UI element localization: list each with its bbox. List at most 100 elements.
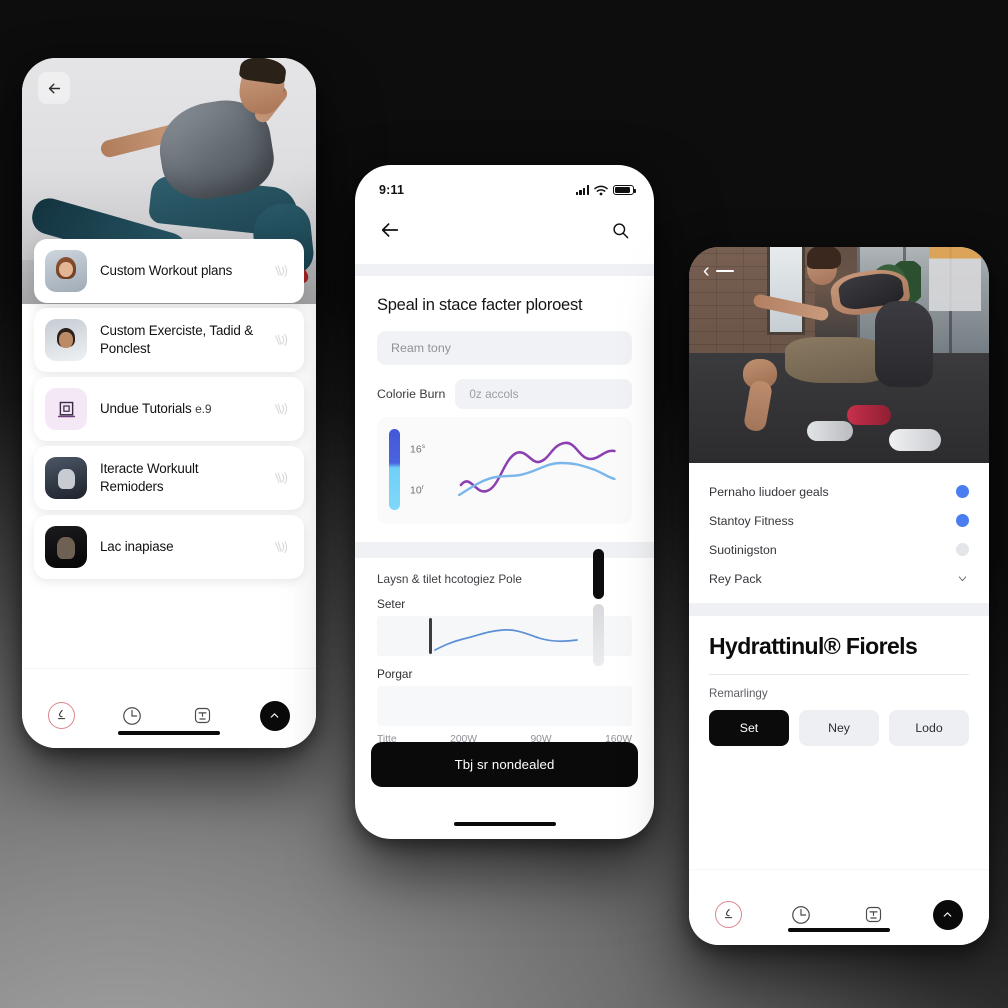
phone-1: 9:11 Custom Workout plans [22,58,316,748]
search-button[interactable] [611,221,630,245]
frame-icon [45,388,87,430]
metric-value-pill[interactable]: 0z accols [455,379,632,410]
toggle-row[interactable]: Pernaho liudoer geals [709,477,969,506]
broadcast-icon[interactable] [268,330,290,350]
home-indicator [453,821,556,826]
back-button[interactable]: ‹ [703,261,734,281]
avatar [45,457,87,499]
chevron-up-icon [944,912,952,917]
broadcast-icon[interactable] [268,261,290,281]
list-item[interactable]: Iteracte Workuult Remioders [34,446,304,510]
wifi-icon [594,185,608,195]
phone2-toolbar [355,207,654,264]
list-item-label: Lac inapiase [100,539,174,555]
face-icon [195,707,211,724]
series-seter [434,629,578,652]
clock-icon [792,905,811,924]
subtext: Remarlingy [709,687,768,701]
primary-cta-button[interactable]: Tbj sr nondealed [371,742,638,787]
phone3-bottom-nav [689,869,989,945]
nav-profile-button[interactable] [189,702,216,729]
list-item-suffix: e.9 [195,402,212,417]
picture-frame-icon [57,401,75,417]
list-item-label: Iteracte Workuult Remioders [100,461,199,494]
lodo-button[interactable]: Lodo [889,710,969,747]
avatar [45,250,87,292]
set-button[interactable]: Set [709,710,789,747]
sparkline-svg [457,442,616,497]
activity-icon [724,908,733,919]
phone3-action-buttons: Set Ney Lodo [689,700,989,747]
range-handle-bottom[interactable] [593,604,604,667]
list-item-label: Undue Tutorials e.9 [100,400,255,418]
broadcast-icon[interactable] [268,468,290,488]
toggle-indicator-on[interactable] [956,485,969,498]
nav-clock-button[interactable] [119,702,146,729]
toggle-indicator-off[interactable] [956,543,969,556]
toggle-label: Rey Pack [709,571,762,586]
avatar [45,319,87,361]
phone3-toggle-panel: Pernaho liudoer geals Stantoy Fitness Su… [689,463,989,603]
list-item[interactable]: Lac inapiase [34,515,304,579]
chevron-left-icon: ‹ [703,260,710,282]
nav-clock-button[interactable] [788,901,815,928]
phone3-heading-block: Hydrattinul® Fiorels [689,616,989,676]
nav-activity-button[interactable] [715,901,742,928]
home-indicator [118,730,220,735]
nav-expand-button[interactable] [259,700,290,731]
toggle-row[interactable]: Rey Pack [709,564,969,593]
phone-2: 9:11 Speal in stace facter ploroest Ream… [355,165,654,839]
page-title: Hydrattinul® Fiorels [709,633,918,659]
toggle-indicator-on[interactable] [956,514,969,527]
phone-3: 8:11 ‹ Pernaho liudoer geals S [689,247,989,945]
calorie-burn-chart-card: 16s 10r [377,417,632,525]
cellular-bars-icon [575,185,589,195]
nav-expand-button[interactable] [932,899,963,930]
divider [355,542,654,559]
metric-label: Colorie Burn [377,387,446,402]
list-item[interactable]: Custom Workout plans [34,239,304,303]
broadcast-icon[interactable] [268,399,290,419]
list-item[interactable]: Undue Tutorials e.9 [34,377,304,441]
avatar [45,526,87,568]
phone2-content: Speal in stace facter ploroest Ream tony… [355,276,654,525]
divider [689,603,989,616]
list-item-title: Undue Tutorials [100,401,192,417]
y-tick-lower: 10 [410,484,422,497]
face-icon [866,906,882,923]
toggle-label: Pernaho liudoer geals [709,484,829,499]
nav-profile-button[interactable] [860,901,887,928]
activity-icon [57,709,66,720]
toggle-row[interactable]: Stantoy Fitness [709,506,969,535]
back-button[interactable] [379,219,401,246]
clock-icon [123,706,142,725]
gradient-scale-bar [389,429,400,511]
nav-activity-button[interactable] [48,702,75,729]
search-input[interactable]: Ream tony [377,331,632,366]
back-arrow-icon [48,83,60,93]
toggle-list: Pernaho liudoer geals Stantoy Fitness Su… [709,477,969,593]
phone2-lower-chart: Laysn & tilet hcotogiez Pole Seter Porga… [355,549,654,745]
y-tick-upper: 16 [410,443,422,456]
ney-button[interactable]: Ney [799,710,879,747]
chevron-down-icon[interactable] [956,572,969,585]
page-title: Speal in stace facter ploroest [377,296,583,314]
divider [355,264,654,276]
phone1-feature-list: Custom Workout plans Custom Exerciste, T… [22,239,316,579]
range-handle-top[interactable] [593,549,604,600]
list-item-label: Custom Exerciste, Tadid & Ponclest [100,323,254,356]
series-purple [459,442,616,494]
list-item[interactable]: Custom Exerciste, Tadid & Ponclest [34,308,304,372]
back-button[interactable] [38,72,70,104]
phone2-status-time: 9:11 [379,183,405,197]
calorie-burn-sparkline [435,429,620,510]
toggle-label: Suotinigston [709,542,777,557]
metric-row: Colorie Burn 0z accols [377,379,632,410]
battery-icon [613,184,637,196]
chevron-up-icon [271,713,279,718]
lower-track-2[interactable] [377,686,632,727]
broadcast-icon[interactable] [268,537,290,557]
phone3-hero-image: 8:11 ‹ [689,247,989,463]
toggle-row[interactable]: Suotinigston [709,535,969,564]
chart-y-axis: 16s 10r [410,443,425,497]
